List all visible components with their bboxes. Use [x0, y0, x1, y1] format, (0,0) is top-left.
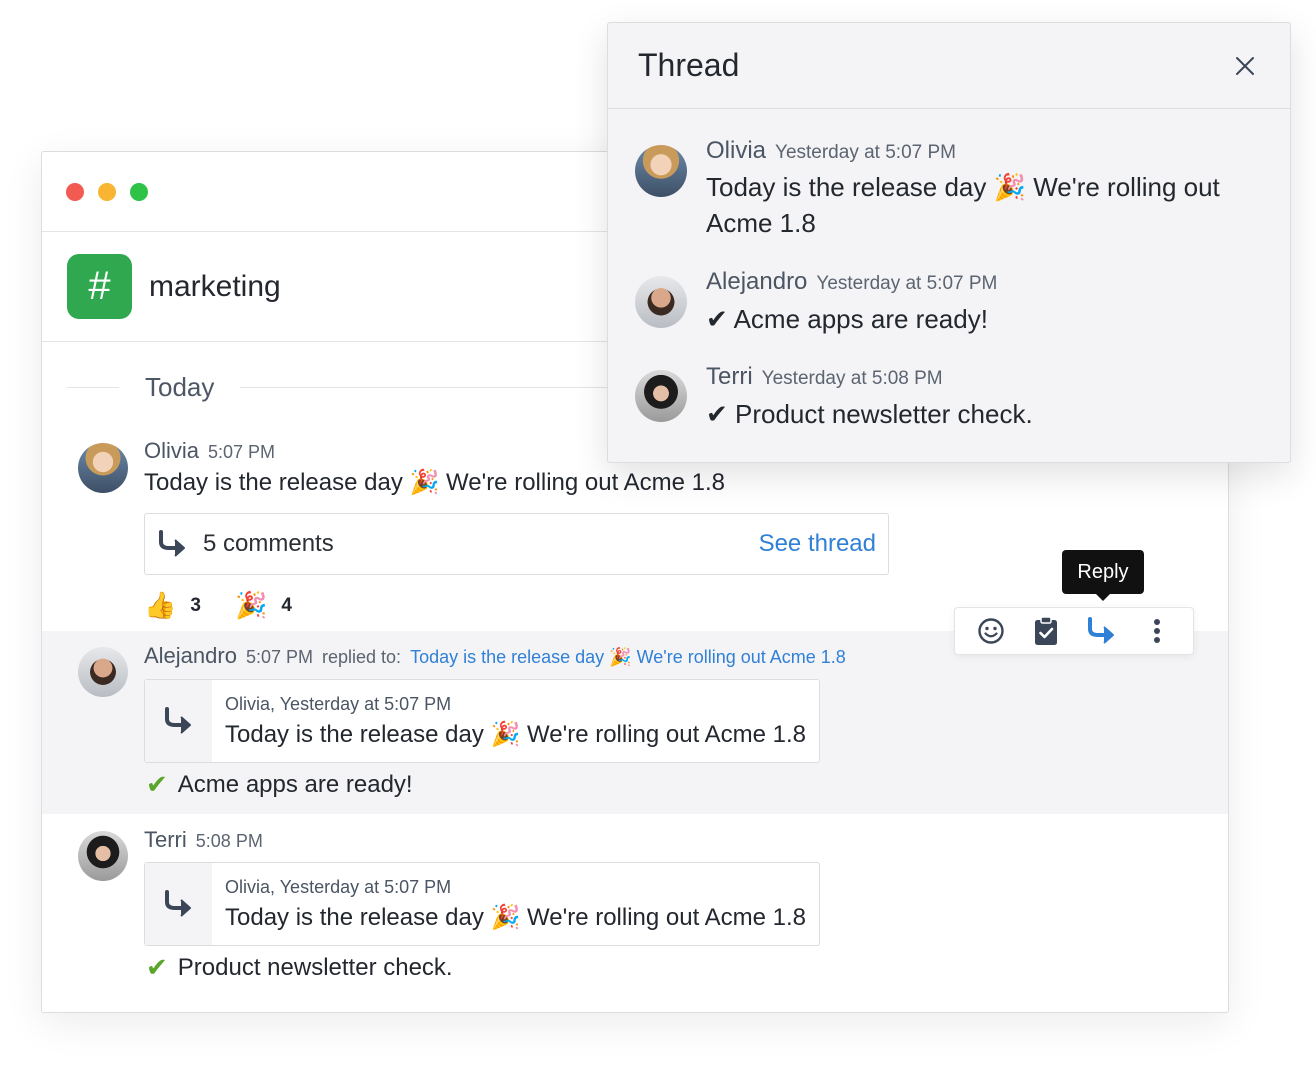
avatar-terri[interactable] — [635, 370, 687, 422]
message-actions-bar — [954, 607, 1194, 655]
thread-summary[interactable]: 5 comments See thread — [144, 513, 889, 575]
quote-meta: Olivia, Yesterday at 5:07 PM — [225, 694, 452, 714]
thread-message-text: Today is the release day 🎉 We're rolling… — [706, 172, 1220, 238]
comments-count: 5 comments — [203, 530, 334, 557]
see-thread-link[interactable]: See thread — [759, 530, 876, 558]
quote-meta: Olivia, Yesterday at 5:07 PM — [225, 877, 452, 897]
thread-message-text: ✔ Product newsletter check. — [706, 399, 1033, 429]
emoji-icon — [978, 618, 1004, 644]
thread-panel: Thread Olivia Yesterday at 5:07 PM Today… — [607, 22, 1291, 463]
avatar-olivia[interactable] — [635, 145, 687, 197]
more-actions-button[interactable] — [1137, 611, 1177, 651]
thread-message-author[interactable]: Alejandro — [706, 268, 807, 296]
divider-line — [67, 386, 119, 388]
message-time: 5:07 PM — [245, 647, 313, 667]
message-text: Today is the release day 🎉 We're rolling… — [144, 469, 725, 496]
thread-message-header: Alejandro Yesterday at 5:07 PM — [706, 268, 997, 296]
window-minimize-button[interactable] — [98, 182, 116, 201]
message-header: Terri 5:08 PM — [144, 827, 263, 853]
thread-message-header: Olivia Yesterday at 5:07 PM — [706, 137, 956, 165]
thread-message-time: Yesterday at 5:07 PM — [816, 273, 998, 294]
message-author[interactable]: Terri — [144, 827, 187, 853]
create-task-button[interactable] — [1026, 611, 1066, 651]
message-text-line: ✔ Product newsletter check. — [146, 952, 453, 983]
replied-to-label: replied to: — [322, 647, 402, 667]
thread-message-author[interactable]: Olivia — [706, 137, 766, 165]
reply-arrow-icon — [164, 890, 191, 917]
reply-icon — [1087, 617, 1114, 644]
message-author[interactable]: Olivia — [144, 438, 199, 464]
reactions: 👍 3 🎉 4 — [144, 590, 312, 621]
close-icon — [1236, 56, 1254, 75]
channel-name[interactable]: marketing — [149, 270, 281, 304]
party-popper-icon: 🎉 — [234, 590, 268, 620]
reply-arrow-icon — [159, 530, 185, 557]
check-mark-icon: ✔ — [146, 769, 168, 799]
avatar-terri[interactable] — [78, 831, 128, 881]
thread-message-header: Terri Yesterday at 5:08 PM — [706, 363, 943, 391]
quote-icon-cell — [145, 863, 213, 945]
thread-message-author[interactable]: Terri — [706, 363, 753, 391]
quoted-message[interactable]: Olivia, Yesterday at 5:07 PM Today is th… — [144, 862, 820, 946]
day-divider-label: Today — [145, 371, 215, 402]
reaction-count: 4 — [281, 594, 292, 616]
avatar-alejandro[interactable] — [635, 276, 687, 328]
reaction-count: 3 — [190, 594, 201, 616]
message-time: 5:07 PM — [208, 442, 276, 462]
message-header: Alejandro 5:07 PM replied to: Today is t… — [144, 643, 846, 669]
message-text: Product newsletter check. — [177, 953, 453, 981]
quote-text: Today is the release day 🎉 We're rolling… — [225, 721, 806, 748]
window-close-button[interactable] — [66, 182, 84, 201]
message-text-line: ✔ Acme apps are ready! — [146, 769, 413, 800]
thumbs-up-icon: 👍 — [144, 590, 177, 620]
message-time: 5:08 PM — [195, 831, 263, 851]
add-reaction-button[interactable] — [971, 611, 1011, 651]
channel-hash-icon: # — [67, 254, 132, 319]
quote-text: Today is the release day 🎉 We're rolling… — [225, 904, 806, 931]
thread-title: Thread — [638, 47, 740, 83]
reaction-party[interactable]: 🎉 4 — [235, 590, 292, 621]
thread-message-time: Yesterday at 5:08 PM — [761, 368, 943, 389]
message-author[interactable]: Alejandro — [144, 643, 237, 669]
app-stage: # marketing Today Olivia 5:07 PM Today i… — [0, 0, 1316, 1070]
window-maximize-button[interactable] — [130, 182, 148, 201]
avatar-alejandro[interactable] — [78, 647, 128, 697]
thread-message-text: ✔ Acme apps are ready! — [706, 304, 988, 334]
message-header: Olivia 5:07 PM — [144, 438, 275, 464]
reaction-thumbs-up[interactable]: 👍 3 — [144, 590, 201, 621]
check-mark-icon: ✔ — [146, 952, 168, 982]
quote-icon-cell — [145, 680, 213, 762]
clipboard-check-icon — [1035, 616, 1058, 645]
close-thread-button[interactable] — [1230, 51, 1260, 81]
thread-message-time: Yesterday at 5:07 PM — [775, 142, 956, 163]
thread-header: Thread — [608, 23, 1290, 109]
quoted-message[interactable]: Olivia, Yesterday at 5:07 PM Today is th… — [144, 679, 820, 763]
avatar-olivia[interactable] — [78, 443, 128, 493]
message-text: Acme apps are ready! — [177, 770, 413, 798]
reply-tooltip: Reply — [1062, 550, 1144, 601]
more-vertical-icon — [1154, 619, 1161, 643]
reply-arrow-icon — [164, 707, 191, 734]
replied-to-link[interactable]: Today is the release day 🎉 We're rolling… — [410, 647, 846, 668]
reply-button[interactable] — [1082, 611, 1122, 651]
